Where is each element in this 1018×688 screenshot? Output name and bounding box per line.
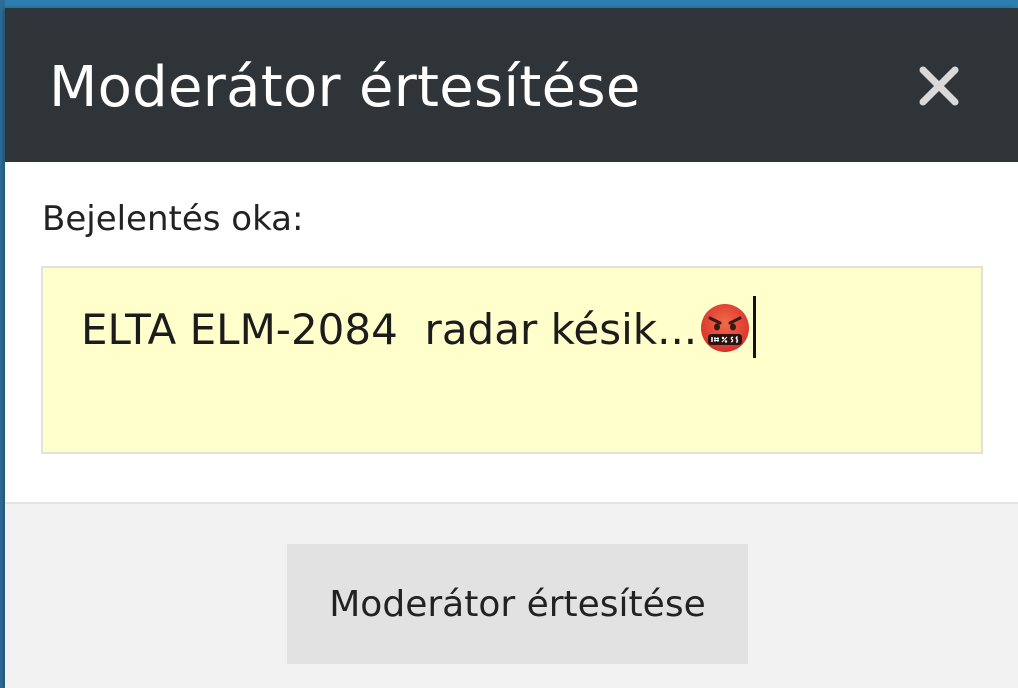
dialog-title: Moderátor értesítése	[49, 55, 641, 120]
reason-label: Bejelentés oka:	[42, 199, 304, 239]
dialog-footer: Moderátor értesítése	[5, 502, 1018, 688]
reason-textarea[interactable]: ELTA ELM-2084 radar késik...	[41, 266, 983, 454]
close-button[interactable]	[905, 52, 973, 120]
report-moderator-dialog: Moderátor értesítése Bejelentés oka: ELT…	[5, 8, 1018, 688]
close-icon	[919, 66, 959, 106]
reason-text: ELTA ELM-2084 radar késik...	[81, 305, 698, 354]
dialog-body: Bejelentés oka: ELTA ELM-2084 radar kési…	[5, 162, 1018, 502]
dialog-header: Moderátor értesítése	[5, 8, 1018, 162]
text-caret	[753, 296, 757, 358]
face-with-symbols-on-mouth-icon	[701, 304, 750, 352]
notify-moderator-button[interactable]: Moderátor értesítése	[287, 544, 748, 664]
